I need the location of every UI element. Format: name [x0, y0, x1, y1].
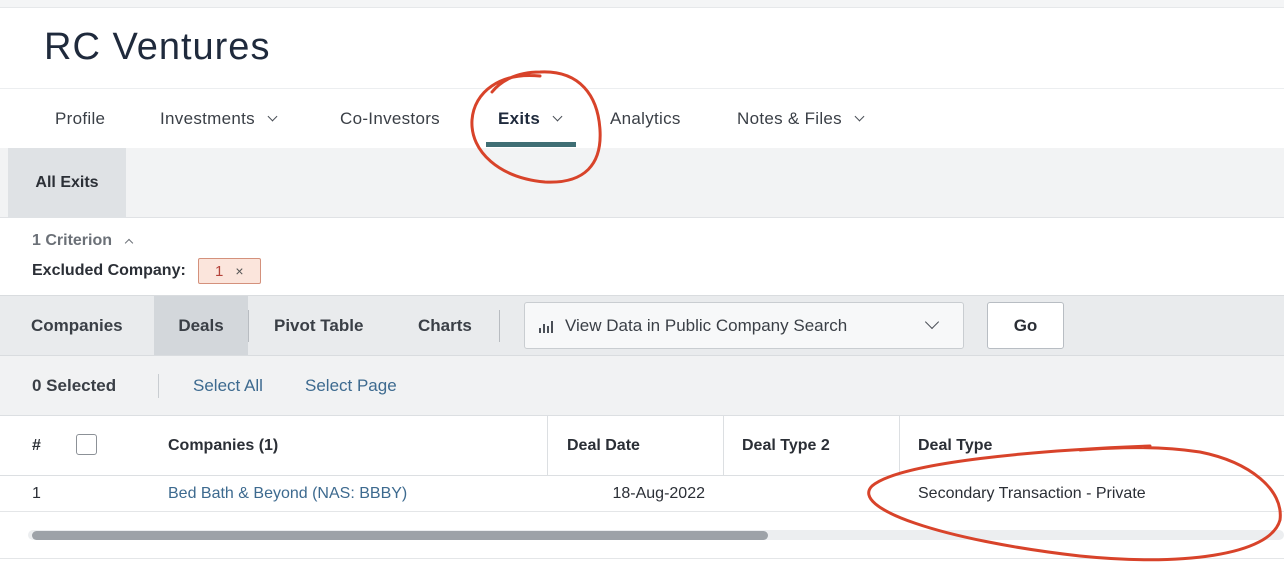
tab-investments[interactable]: Investments	[160, 89, 278, 149]
chevron-up-icon	[124, 238, 134, 247]
exits-subtab-bar: All Exits	[0, 148, 1284, 218]
chip-value: 1	[215, 262, 224, 280]
table-header: # Companies (1) Deal Date Deal Type 2 De…	[0, 416, 1284, 476]
view-data-dropdown[interactable]: View Data in Public Company Search	[524, 302, 964, 349]
criteria-header: 1 Criterion	[32, 232, 113, 249]
column-header-companies[interactable]: Companies (1)	[168, 416, 278, 475]
divider	[0, 558, 1284, 559]
subtab-all-exits[interactable]: All Exits	[8, 148, 126, 218]
top-strip	[0, 0, 1284, 8]
column-header-index: #	[32, 436, 41, 454]
tab-co-investors-label: Co-Investors	[340, 109, 440, 128]
select-all-link[interactable]: Select All	[193, 356, 263, 416]
divider	[158, 374, 159, 398]
criteria-chip[interactable]: 1 ×	[197, 258, 261, 284]
criteria-panel: 1 Criterion Excluded Company: 1 ×	[32, 232, 261, 284]
view-tab-deals[interactable]: Deals	[154, 296, 248, 355]
tab-investments-label: Investments	[160, 109, 255, 128]
divider	[499, 310, 500, 342]
column-header-deal-type-2[interactable]: Deal Type 2	[742, 416, 830, 475]
go-button[interactable]: Go	[987, 302, 1064, 349]
tab-profile[interactable]: Profile	[55, 89, 105, 149]
close-icon[interactable]: ×	[235, 263, 243, 279]
chevron-down-icon	[924, 314, 940, 330]
chevron-down-icon	[552, 111, 563, 122]
bar-chart-icon	[539, 319, 555, 333]
tab-exits[interactable]: Exits	[498, 89, 563, 149]
dropdown-label: View Data in Public Company Search	[565, 315, 848, 335]
column-header-deal-type[interactable]: Deal Type	[918, 416, 992, 475]
tab-analytics-label: Analytics	[610, 109, 681, 128]
column-header-deal-date[interactable]: Deal Date	[567, 416, 640, 475]
tab-profile-label: Profile	[55, 109, 106, 128]
page-title: RC Ventures	[44, 26, 271, 68]
chevron-down-icon	[267, 111, 278, 122]
select-all-checkbox[interactable]	[76, 434, 97, 455]
selected-count: 0 Selected	[32, 376, 117, 395]
tab-notes-files-label: Notes & Files	[737, 109, 842, 128]
deal-type-cell: Secondary Transaction - Private	[918, 485, 1146, 502]
view-tab-pivot-table[interactable]: Pivot Table	[274, 296, 363, 355]
profile-nav-bar: Profile Investments Co-Investors Exits A…	[0, 88, 1284, 148]
criteria-toggle[interactable]: 1 Criterion	[32, 232, 134, 250]
row-index: 1	[32, 485, 41, 502]
horizontal-scrollbar-thumb[interactable]	[32, 531, 768, 540]
tab-notes-files[interactable]: Notes & Files	[737, 89, 865, 149]
divider	[248, 310, 249, 342]
tab-co-investors[interactable]: Co-Investors	[340, 89, 440, 149]
active-tab-underline	[486, 142, 576, 147]
criteria-label: Excluded Company:	[32, 262, 186, 279]
criteria-row: Excluded Company: 1 ×	[32, 258, 261, 284]
table-row[interactable]: 1 Bed Bath & Beyond (NAS: BBBY) 18-Aug-2…	[0, 476, 1284, 512]
select-page-link[interactable]: Select Page	[305, 356, 397, 416]
chevron-down-icon	[854, 111, 865, 122]
tab-analytics[interactable]: Analytics	[610, 89, 681, 149]
company-link[interactable]: Bed Bath & Beyond (NAS: BBBY)	[168, 476, 407, 512]
view-tab-companies[interactable]: Companies	[31, 296, 123, 355]
selection-bar: 0 Selected Select All Select Page	[0, 356, 1284, 416]
view-toolbar: Companies Deals Pivot Table Charts View …	[0, 295, 1284, 356]
deal-date-cell: 18-Aug-2022	[612, 485, 705, 502]
tab-exits-label: Exits	[498, 109, 541, 128]
view-tab-charts[interactable]: Charts	[418, 296, 472, 355]
